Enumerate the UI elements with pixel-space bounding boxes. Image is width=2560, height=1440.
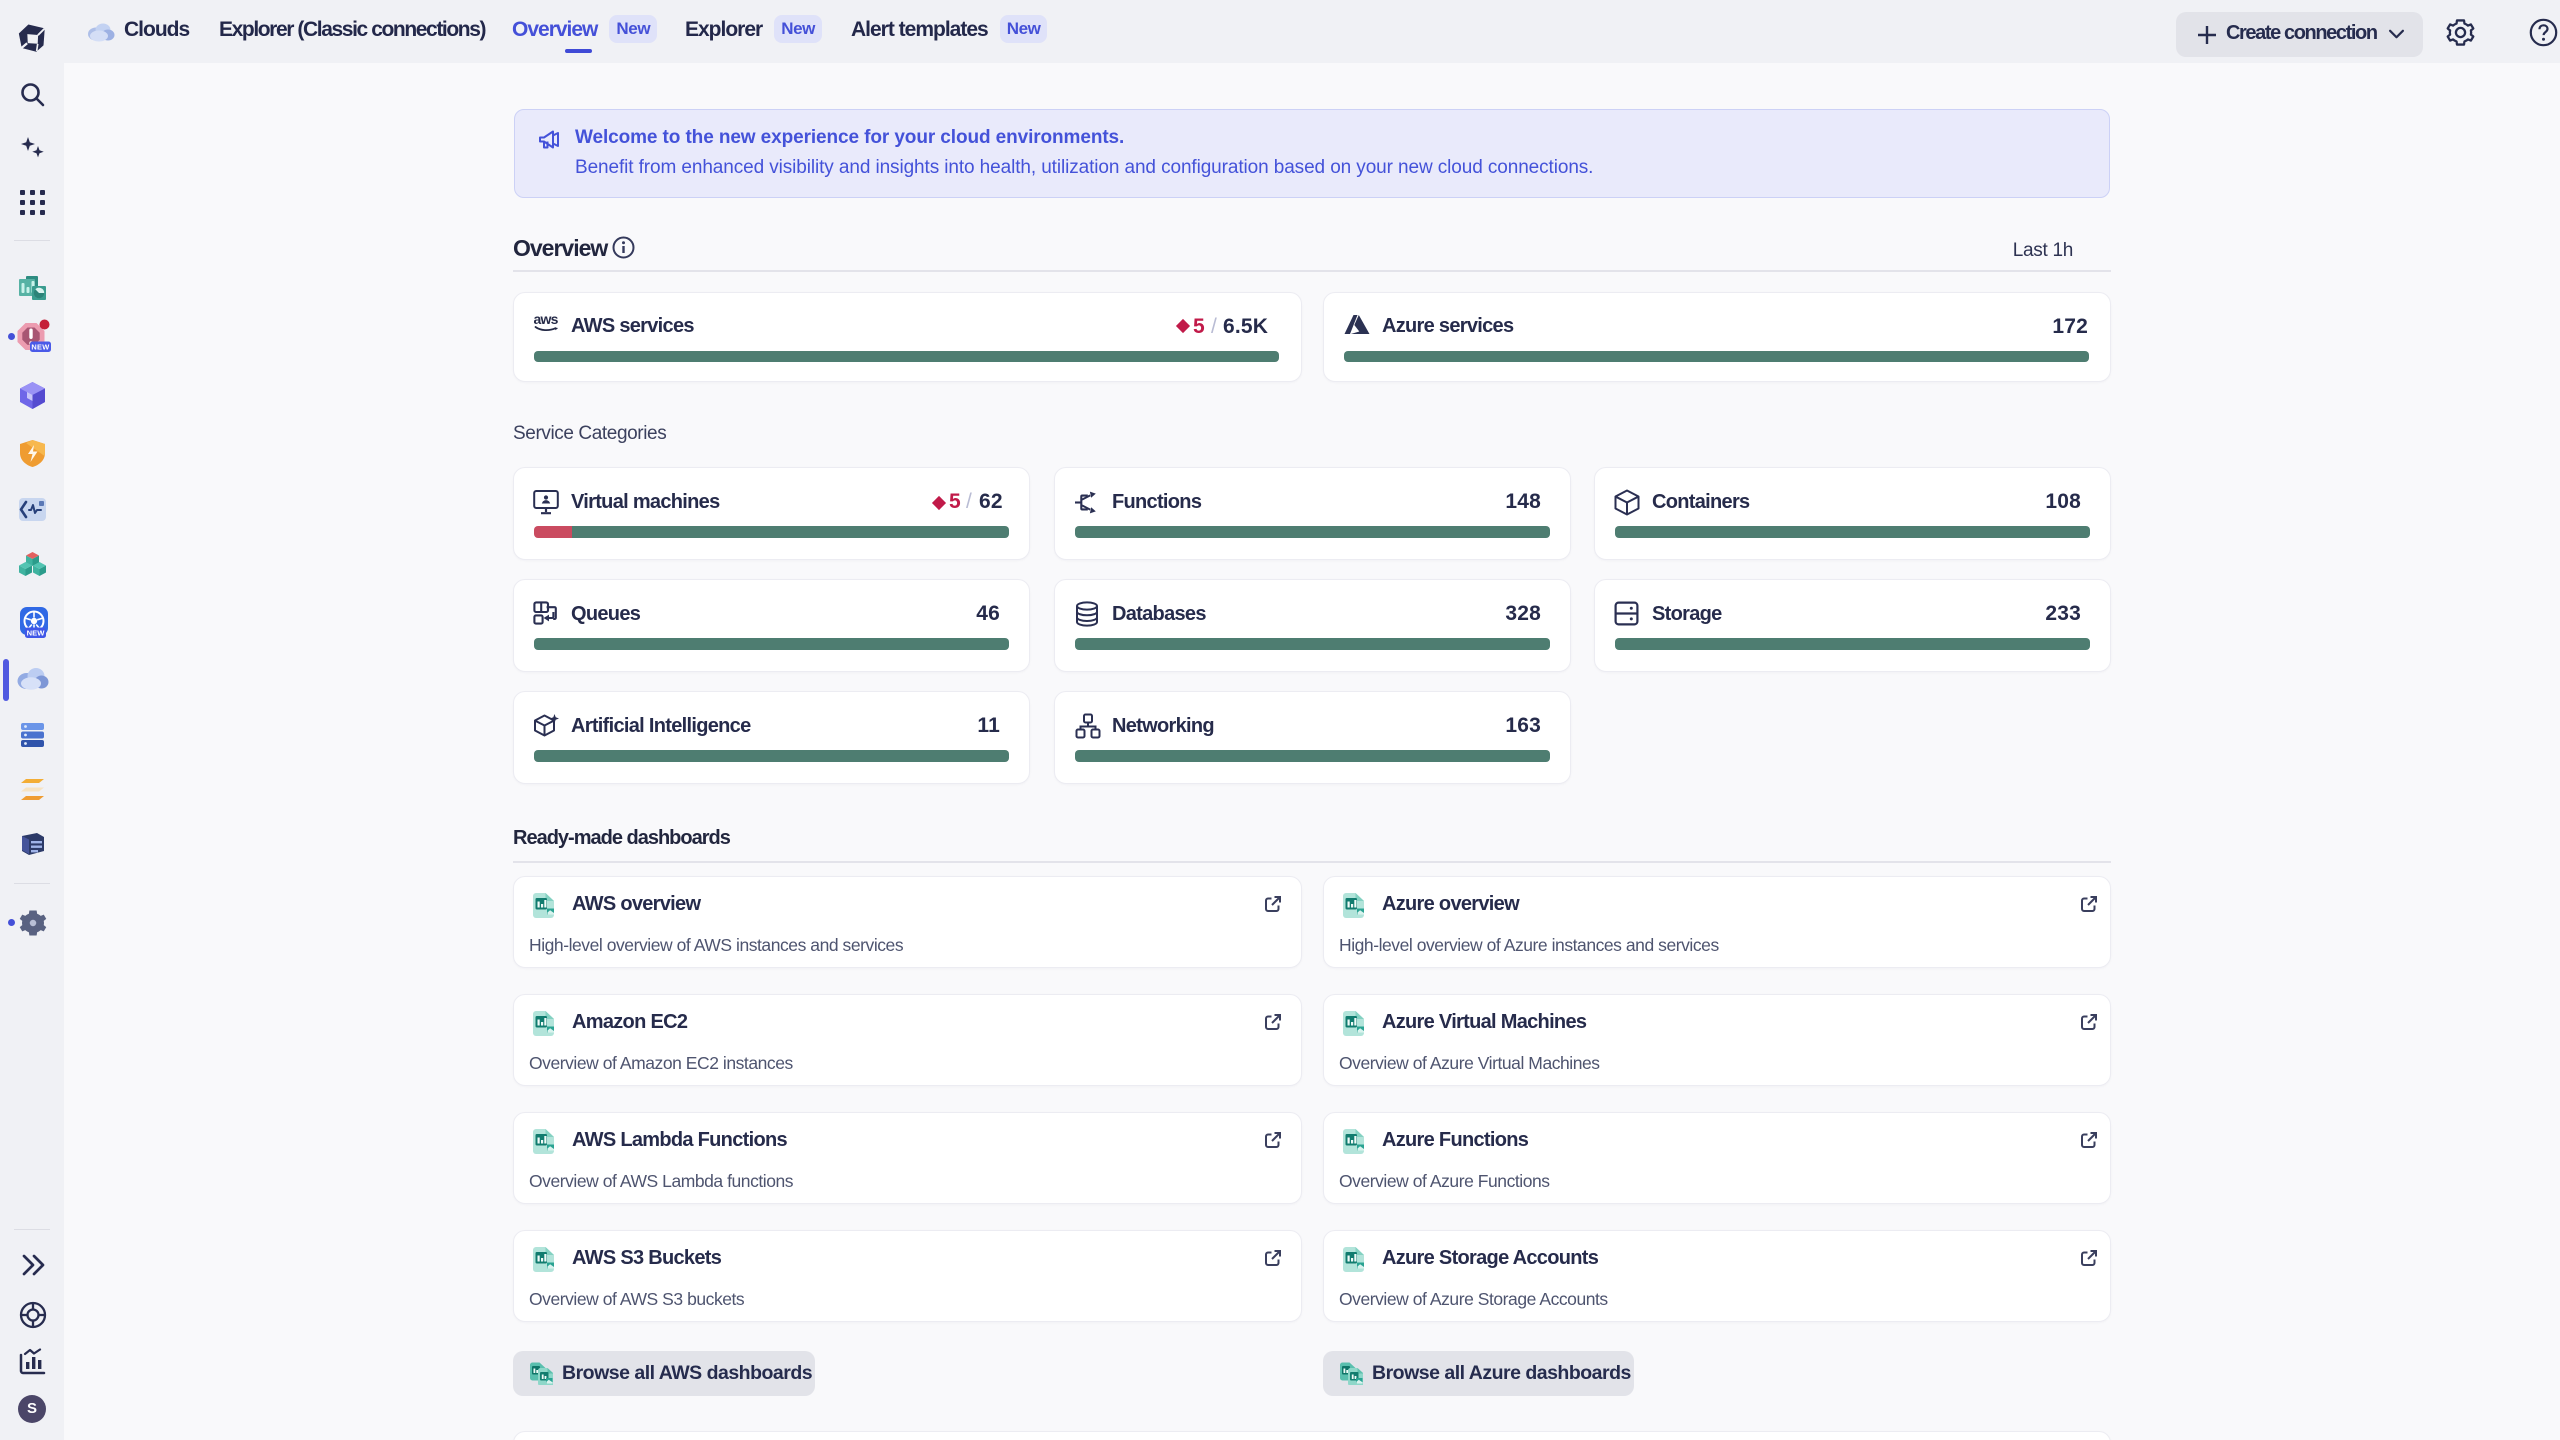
svg-text:NEW: NEW (27, 629, 46, 638)
svg-text:aws: aws (534, 312, 559, 327)
svg-text:NEW: NEW (31, 343, 49, 352)
